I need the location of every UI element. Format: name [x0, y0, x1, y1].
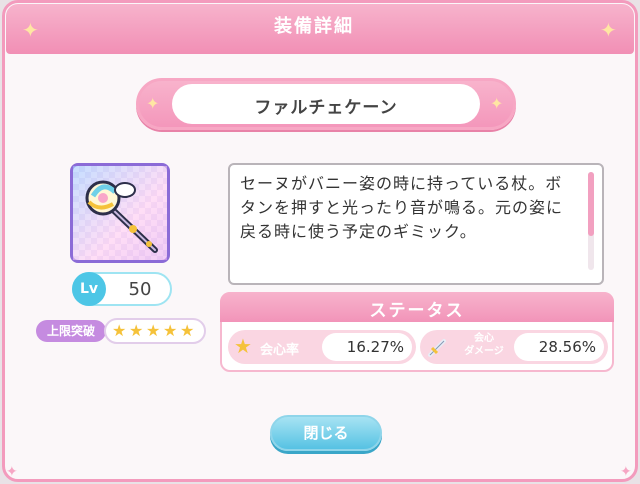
sparkle-icon: ✦ — [600, 18, 617, 42]
sword-icon — [428, 339, 446, 357]
sparkle-icon: ✦ — [490, 94, 504, 113]
level-value: 50 — [128, 279, 152, 300]
stat-label: 会心率 — [260, 343, 300, 358]
star-icon: ★ — [129, 321, 144, 340]
star-icon: ★ — [180, 321, 195, 340]
stat-value: 16.27% — [346, 338, 404, 356]
sparkle-icon: ✦ — [22, 18, 39, 42]
sparkle-icon: ✦ — [146, 94, 160, 113]
sparkle-icon: ✦ — [6, 464, 18, 480]
star-icon: ★ — [234, 334, 252, 358]
star-icon: ★ — [163, 321, 178, 340]
star-icon: ★ — [112, 321, 127, 340]
item-name: ファルチェケーン — [254, 98, 398, 118]
level-badge: Lv — [72, 272, 106, 306]
item-description: セーヌがバニー姿の時に持っている杖。ボタンを押すと光ったり音が鳴る。元の姿に戻る… — [240, 174, 564, 241]
star-icon: ★ — [146, 321, 161, 340]
magic-cane-icon — [73, 166, 167, 260]
limit-break-badge: 上限突破 — [36, 320, 106, 342]
stat-label-line2: ダメージ — [464, 346, 504, 357]
description-scroll-thumb[interactable] — [588, 172, 594, 236]
dialog-title: 装備詳細 — [274, 16, 354, 37]
stat-value: 28.56% — [538, 338, 596, 356]
status-title: ステータス — [369, 301, 465, 321]
close-button[interactable]: 閉じる — [270, 415, 382, 451]
sparkle-icon: ✦ — [620, 464, 632, 480]
stat-label-line1: 会心 — [474, 333, 494, 344]
stat-label: 会心 ダメージ — [460, 332, 508, 358]
